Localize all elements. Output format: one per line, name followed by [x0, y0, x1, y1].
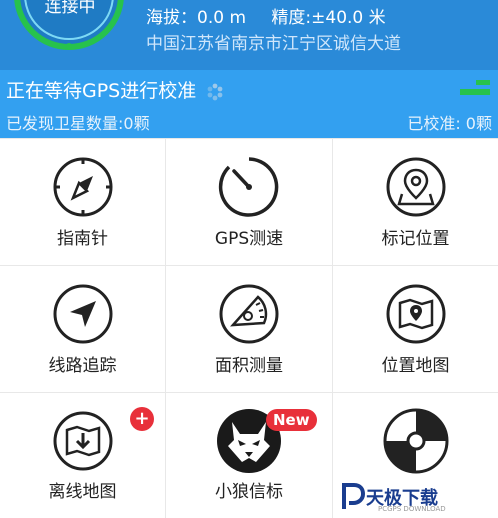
address-text: 中国江苏省南京市江宁区诚信大道	[146, 34, 401, 54]
grid-item-label: GPS测速	[214, 229, 284, 249]
loading-spinner-icon	[207, 83, 223, 100]
altitude-accuracy-row: 海拔：0.0 m 精度:±40.0 米	[146, 3, 406, 28]
grid-item-gps-speed[interactable]: GPS测速	[166, 139, 332, 265]
speedometer-icon	[218, 157, 279, 217]
grid-item-mark-location[interactable]: 标记位置	[333, 139, 498, 265]
offline-map-icon	[53, 411, 112, 471]
grid-item-label: 小狼信标	[215, 482, 283, 502]
grid-item-compass[interactable]: 指南针	[0, 139, 165, 265]
accuracy-value: 精度:±40.0 米	[271, 8, 386, 28]
connection-status-text: 连接中	[44, 0, 96, 17]
navigation-arrow-icon	[53, 284, 112, 344]
watermark-logo-icon	[342, 483, 366, 509]
grid-item-label: 指南针	[57, 229, 108, 249]
disc-icon	[383, 408, 448, 474]
map-pin-icon	[386, 157, 445, 217]
altitude-value: 海拔：0.0 m	[146, 8, 246, 28]
new-badge: New	[266, 409, 317, 431]
satellite-count: 已发现卫星数量:0颗	[6, 114, 150, 133]
gps-status-title: 正在等待GPS进行校准	[6, 76, 224, 103]
grid-item-wolf-beacon[interactable]: New 小狼信标	[166, 393, 332, 518]
grid-item-location-map[interactable]: 位置地图	[333, 266, 498, 392]
map-location-icon	[386, 284, 445, 344]
compass-icon	[53, 157, 112, 217]
location-header: 连接中 海拔：0.0 m 精度:±40.0 米 中国江苏省南京市江宁区诚信大道	[0, 0, 498, 70]
grid-item-label: 线路追踪	[48, 356, 117, 376]
watermark-subtext: PCGPS DOWNLOAD	[378, 505, 446, 513]
calibrated-count: 已校准: 0颗	[407, 114, 492, 133]
signal-strength-icon	[460, 80, 490, 95]
grid-item-area-measure[interactable]: 面积测量	[166, 266, 332, 392]
gps-status-bar: 正在等待GPS进行校准 已发现卫星数量:0颗 已校准: 0颗	[0, 70, 498, 138]
protractor-icon	[219, 284, 279, 344]
feature-grid: 指南针 GPS测速 标记位置 线路追踪 面积测量 位置地图 + 离线地图 New…	[0, 138, 498, 518]
grid-item-offline-map[interactable]: + 离线地图	[0, 393, 165, 518]
grid-item-label: 离线地图	[48, 482, 117, 502]
grid-item-label: 标记位置	[381, 229, 450, 249]
grid-item-label: 面积测量	[215, 356, 283, 376]
watermark: 天极下载 PCGPS DOWNLOAD	[338, 474, 498, 518]
add-badge: +	[130, 407, 154, 431]
grid-item-route-tracking[interactable]: 线路追踪	[0, 266, 165, 392]
grid-item-label: 位置地图	[381, 356, 450, 376]
